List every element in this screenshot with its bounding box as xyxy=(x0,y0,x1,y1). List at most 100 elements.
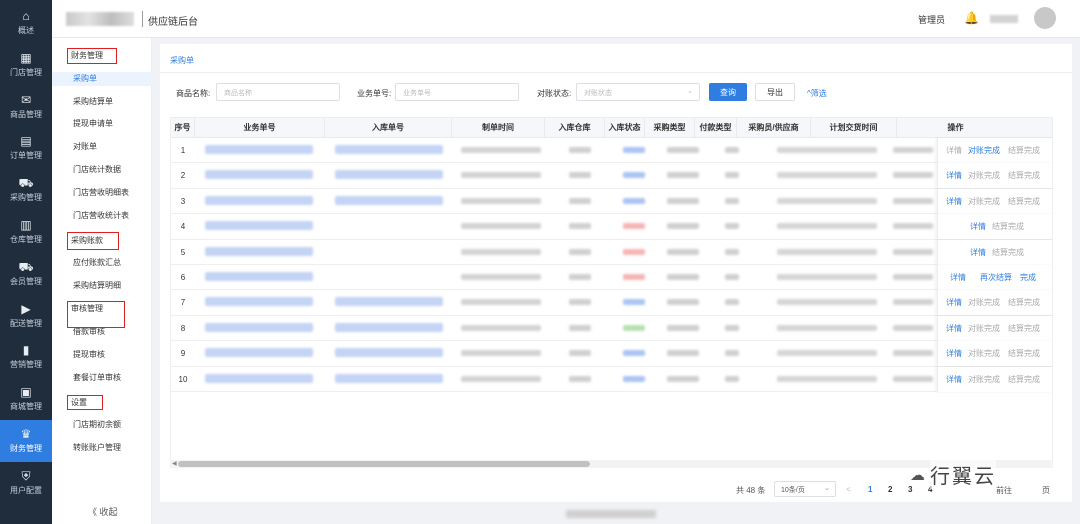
menu-item[interactable]: 门店营收明细表 xyxy=(52,186,152,200)
breadcrumb[interactable]: 采购单 xyxy=(170,55,194,66)
action-link[interactable]: 结算完成 xyxy=(1008,138,1040,163)
scroll-left-icon[interactable]: ◀ xyxy=(172,460,177,467)
page-3[interactable]: 3 xyxy=(908,485,912,494)
rail-item[interactable]: ✉ 商品管理 xyxy=(0,86,52,128)
table-row[interactable]: 1 详情 对账完成 结算完成 xyxy=(171,138,1052,164)
action-link[interactable]: 结算完成 xyxy=(1008,341,1040,366)
menu-item[interactable]: 提现审核 xyxy=(52,348,152,362)
rail-item[interactable]: ▦ 门店管理 xyxy=(0,44,52,86)
rail-item[interactable]: ▥ 仓库管理 xyxy=(0,211,52,253)
scrollbar-thumb[interactable] xyxy=(178,461,590,467)
rail-icon: ⛟ xyxy=(18,176,34,191)
blurred-cell xyxy=(893,197,933,204)
filter-toggle-link[interactable]: ^筛选 xyxy=(807,88,827,99)
rail-item[interactable]: ▮ 营销管理 xyxy=(0,336,52,378)
rail-item[interactable]: ⛟ 会员管理 xyxy=(0,253,52,295)
detail-link[interactable]: 详情 xyxy=(946,316,962,341)
menu-item[interactable]: 采购结算明细 xyxy=(52,279,152,293)
menu-item[interactable]: 应付账款汇总 xyxy=(52,256,152,270)
action-link[interactable]: 再次结算 xyxy=(980,265,1012,290)
action-link[interactable]: 完成 xyxy=(1020,265,1036,290)
blurred-cell xyxy=(205,246,313,256)
username-blurred xyxy=(990,15,1018,23)
row-actions: 详情 对账完成 结算完成 xyxy=(937,366,1052,392)
menu-item[interactable]: 采购结算单 xyxy=(52,95,152,109)
detail-link[interactable]: 详情 xyxy=(970,240,986,265)
table-row[interactable]: 7 详情 对账完成 结算完成 xyxy=(171,290,1052,316)
detail-link[interactable]: 详情 xyxy=(946,341,962,366)
detail-link[interactable]: 详情 xyxy=(970,214,986,239)
rail-icon: ▤ xyxy=(20,134,32,149)
reconcile-status-select[interactable]: 对账状态 ⌄ xyxy=(576,83,700,101)
detail-link[interactable]: 详情 xyxy=(946,189,962,214)
rail-item[interactable]: ♛ 财务管理 xyxy=(0,420,52,462)
menu-item[interactable]: 对账单 xyxy=(52,140,152,154)
blurred-cell xyxy=(623,248,645,255)
detail-link[interactable]: 详情 xyxy=(946,290,962,315)
table-row[interactable]: 8 详情 对账完成 结算完成 xyxy=(171,315,1052,342)
column-header: 入库状态 xyxy=(605,118,645,138)
table-row[interactable]: 4 详情 结算完成 xyxy=(171,214,1052,240)
page-2[interactable]: 2 xyxy=(888,485,892,494)
table-row[interactable]: 10 详情 对账完成 结算完成 xyxy=(171,366,1052,392)
action-link[interactable]: 结算完成 xyxy=(1008,290,1040,315)
rail-item[interactable]: ⌂ 概述 xyxy=(0,2,52,44)
table-row[interactable]: 6 详情 再次结算 完成 xyxy=(171,265,1052,291)
detail-link[interactable]: 详情 xyxy=(946,367,962,392)
table-row[interactable]: 9 详情 对账完成 结算完成 xyxy=(171,341,1052,367)
query-button[interactable]: 查询 xyxy=(709,83,747,101)
blurred-cell xyxy=(725,375,739,382)
rail-label: 配送管理 xyxy=(10,318,42,328)
export-button[interactable]: 导出 xyxy=(755,83,795,101)
action-link[interactable]: 结算完成 xyxy=(1008,316,1040,341)
detail-link[interactable]: 详情 xyxy=(950,265,966,290)
row-index: 10 xyxy=(178,374,188,384)
prev-page-button[interactable]: < xyxy=(846,485,851,494)
rail-item[interactable]: ▣ 商城管理 xyxy=(0,378,52,420)
avatar[interactable] xyxy=(1034,7,1056,29)
table-row[interactable]: 5 详情 结算完成 xyxy=(171,239,1052,265)
table-row[interactable]: 3 详情 对账完成 结算完成 xyxy=(171,188,1052,215)
action-link[interactable]: 结算完成 xyxy=(1008,189,1040,214)
row-index: 6 xyxy=(180,273,186,282)
action-link[interactable]: 对账完成 xyxy=(968,189,1000,214)
action-link[interactable]: 对账完成 xyxy=(968,163,1000,188)
action-link[interactable]: 结算完成 xyxy=(1008,163,1040,188)
menu-item[interactable]: 套餐订单审核 xyxy=(52,371,152,385)
menu-item[interactable]: 门店营收统计表 xyxy=(52,209,152,223)
menu-item[interactable]: 提现申请单 xyxy=(52,117,152,131)
row-index: 1 xyxy=(180,146,186,155)
rail-item[interactable]: ⛨ 用户配置 xyxy=(0,462,52,504)
page-1[interactable]: 1 xyxy=(868,485,872,494)
menu-item[interactable]: 采购单 xyxy=(52,72,152,86)
rail-item[interactable]: ⛟ 采购管理 xyxy=(0,169,52,211)
detail-link[interactable]: 详情 xyxy=(946,138,962,163)
action-link[interactable]: 结算完成 xyxy=(992,240,1024,265)
action-link[interactable]: 对账完成 xyxy=(968,290,1000,315)
action-link[interactable]: 对账完成 xyxy=(968,138,1000,163)
blurred-cell xyxy=(335,297,443,307)
goods-name-input[interactable]: 商品名称 xyxy=(216,83,340,101)
action-link[interactable]: 对账完成 xyxy=(968,316,1000,341)
blurred-cell xyxy=(667,350,699,357)
menu-item[interactable]: 门店期初余额 xyxy=(52,418,152,432)
column-header: 付款类型 xyxy=(695,118,737,138)
menu-item[interactable]: 门店统计数据 xyxy=(52,163,152,177)
table-row[interactable]: 2 详情 对账完成 结算完成 xyxy=(171,163,1052,189)
detail-link[interactable]: 详情 xyxy=(946,163,962,188)
blurred-cell xyxy=(667,375,699,382)
blurred-cell xyxy=(893,350,933,357)
action-link[interactable]: 对账完成 xyxy=(968,367,1000,392)
action-link[interactable]: 对账完成 xyxy=(968,341,1000,366)
rail-item[interactable]: ▶ 配送管理 xyxy=(0,295,52,337)
bell-icon[interactable]: 🔔 xyxy=(964,11,979,25)
biz-no-input[interactable]: 业务单号 xyxy=(395,83,519,101)
page-size-select[interactable]: 10条/页 ⌄ xyxy=(774,481,836,497)
admin-label[interactable]: 管理员 xyxy=(918,13,945,26)
rail-item[interactable]: ▤ 订单管理 xyxy=(0,127,52,169)
collapse-button[interactable]: 《 收起 xyxy=(88,505,118,518)
action-link[interactable]: 结算完成 xyxy=(1008,367,1040,392)
action-link[interactable]: 结算完成 xyxy=(992,214,1024,239)
menu-item[interactable]: 转账账户管理 xyxy=(52,441,152,455)
watermark: 行翼云 xyxy=(930,460,996,489)
